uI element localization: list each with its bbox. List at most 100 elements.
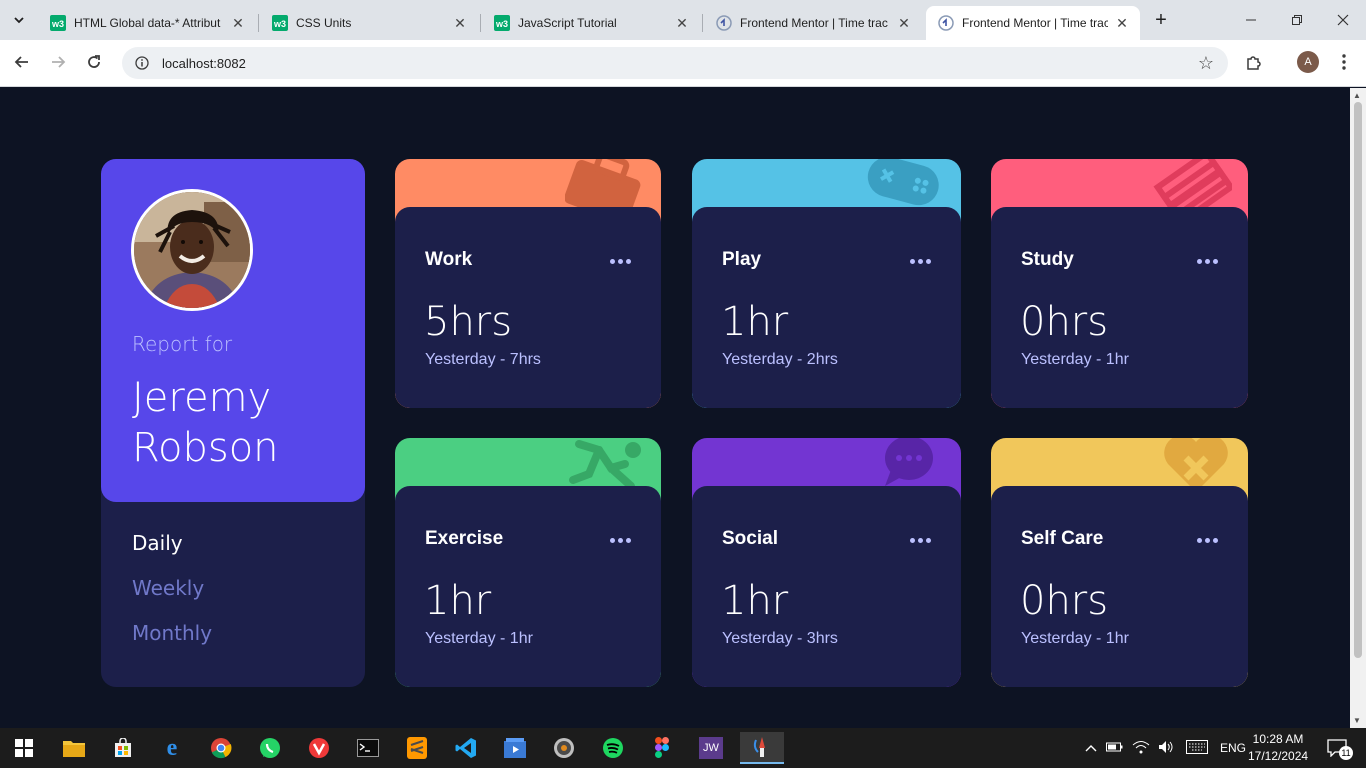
taskbar-edge[interactable]: e	[152, 732, 192, 764]
svg-text:w3: w3	[273, 19, 286, 29]
taskbar-paint[interactable]	[740, 732, 784, 764]
scrollbar-thumb[interactable]	[1354, 102, 1362, 658]
taskbar-microsoft-store[interactable]	[103, 732, 143, 764]
taskbar-jw[interactable]: JW	[691, 732, 731, 764]
ellipsis-icon[interactable]	[1197, 538, 1218, 543]
browser-tab[interactable]: w3 CSS Units ✕	[260, 6, 478, 40]
taskbar-vscode[interactable]	[446, 732, 486, 764]
language-indicator[interactable]: ENG	[1220, 741, 1246, 755]
new-tab-button[interactable]: +	[1150, 10, 1172, 32]
windows-start-button[interactable]	[4, 732, 44, 764]
period-monthly-button[interactable]: Monthly	[132, 621, 212, 645]
activity-card-play: Play 1hr Yesterday - 2hrs	[692, 159, 961, 408]
ellipsis-icon[interactable]	[610, 538, 631, 543]
close-icon[interactable]: ✕	[230, 15, 246, 31]
close-window-button[interactable]	[1320, 0, 1366, 40]
battery-icon[interactable]	[1106, 741, 1124, 756]
runner-icon	[569, 440, 641, 490]
minimize-button[interactable]	[1228, 0, 1274, 40]
taskbar: e JW ENG 10:28 AM 17/12/2024 11	[0, 728, 1366, 768]
activity-card-study: Study 0hrs Yesterday - 1hr	[991, 159, 1248, 408]
arrow-right-icon	[52, 56, 66, 68]
vertical-scrollbar[interactable]: ▲ ▼	[1350, 88, 1366, 728]
vivaldi-icon	[309, 738, 329, 758]
paint-icon	[753, 737, 765, 757]
activity-current-hours: 0hrs	[1020, 299, 1109, 345]
restore-button[interactable]	[1274, 0, 1320, 40]
activity-card-exercise: Exercise 1hr Yesterday - 1hr	[395, 438, 661, 687]
arrow-left-icon	[14, 56, 28, 68]
address-bar[interactable]: localhost:8082 ☆	[122, 47, 1228, 79]
cd-icon	[554, 738, 574, 758]
browser-toolbar: localhost:8082 ☆ A	[0, 40, 1366, 87]
scroll-down-icon[interactable]: ▼	[1353, 716, 1361, 725]
ellipsis-icon[interactable]	[910, 538, 931, 543]
profile-card: Report for Jeremy Robson Daily Weekly Mo…	[101, 159, 365, 687]
w3schools-icon: w3	[50, 15, 66, 31]
clock-date: 17/12/2024	[1248, 749, 1309, 763]
user-name: Jeremy Robson	[132, 375, 279, 471]
taskbar-terminal[interactable]	[348, 732, 388, 764]
taskbar-spotify[interactable]	[593, 732, 633, 764]
browser-tab[interactable]: w3 JavaScript Tutorial ✕	[482, 6, 700, 40]
menu-button[interactable]	[1332, 50, 1356, 74]
taskbar-clock[interactable]: 10:28 AM 17/12/2024	[1248, 731, 1308, 765]
vscode-icon	[455, 738, 476, 758]
period-daily-button[interactable]: Daily	[132, 531, 183, 555]
chevron-up-icon[interactable]	[1082, 741, 1100, 755]
activity-title: Exercise	[425, 528, 504, 549]
w3schools-icon: w3	[272, 15, 288, 31]
taskbar-groove[interactable]	[544, 732, 584, 764]
ellipsis-icon[interactable]	[610, 259, 631, 264]
browser-tab[interactable]: Frontend Mentor | Time trac ✕	[704, 6, 922, 40]
reload-button[interactable]	[82, 50, 106, 74]
network-icon[interactable]	[1132, 740, 1150, 757]
scroll-up-icon[interactable]: ▲	[1353, 91, 1361, 100]
ellipsis-icon[interactable]	[1197, 259, 1218, 264]
keyboard-icon[interactable]	[1186, 739, 1208, 757]
taskbar-file-explorer[interactable]	[54, 732, 94, 764]
volume-icon[interactable]	[1158, 740, 1174, 757]
tab-title: Frontend Mentor | Time trac	[740, 16, 888, 30]
period-weekly-button[interactable]: Weekly	[132, 576, 204, 600]
taskbar-sublime-text[interactable]	[397, 732, 437, 764]
url-text[interactable]: localhost:8082	[162, 56, 246, 71]
w3schools-icon: w3	[494, 15, 510, 31]
activity-card-body: Self Care 0hrs Yesterday - 1hr	[991, 486, 1248, 687]
browser-tab[interactable]: w3 HTML Global data-* Attribut ✕	[38, 6, 256, 40]
info-icon[interactable]	[134, 55, 150, 71]
browser-tab-active[interactable]: Frontend Mentor | Time trac ✕	[926, 6, 1140, 40]
taskbar-chrome[interactable]	[201, 732, 241, 764]
extensions-button[interactable]	[1242, 50, 1266, 74]
activity-card-body: Work 5hrs Yesterday - 7hrs	[395, 207, 661, 408]
activity-card-body: Exercise 1hr Yesterday - 1hr	[395, 486, 661, 687]
file-explorer-icon	[63, 741, 85, 757]
close-icon	[1337, 14, 1349, 26]
clock-time: 10:28 AM	[1252, 732, 1304, 746]
tab-title: Frontend Mentor | Time trac	[962, 16, 1108, 30]
taskbar-vivaldi[interactable]	[299, 732, 339, 764]
close-icon[interactable]: ✕	[896, 15, 912, 31]
svg-text:w3: w3	[51, 19, 64, 29]
profile-avatar-button[interactable]: A	[1297, 51, 1319, 73]
close-icon[interactable]: ✕	[1114, 15, 1130, 31]
taskbar-media-player[interactable]	[495, 732, 535, 764]
notification-center-button[interactable]: 11	[1318, 732, 1358, 764]
terminal-icon	[357, 739, 379, 757]
activity-previous-hours: Yesterday - 1hr	[425, 630, 533, 647]
activity-title: Social	[722, 528, 778, 549]
bookmark-star-icon[interactable]: ☆	[1198, 53, 1214, 74]
frontend-mentor-icon	[938, 15, 954, 31]
activity-card-body: Social 1hr Yesterday - 3hrs	[692, 486, 961, 687]
back-button[interactable]	[10, 50, 34, 74]
taskbar-figma[interactable]	[642, 732, 682, 764]
activity-title: Work	[425, 249, 473, 270]
tab-search-button[interactable]	[8, 9, 30, 31]
activity-current-hours: 5hrs	[424, 299, 513, 345]
close-icon[interactable]: ✕	[452, 15, 468, 31]
close-icon[interactable]: ✕	[674, 15, 690, 31]
forward-button[interactable]	[46, 50, 70, 74]
tab-title: HTML Global data-* Attribut	[74, 16, 221, 30]
ellipsis-icon[interactable]	[910, 259, 931, 264]
taskbar-whatsapp[interactable]	[250, 732, 290, 764]
